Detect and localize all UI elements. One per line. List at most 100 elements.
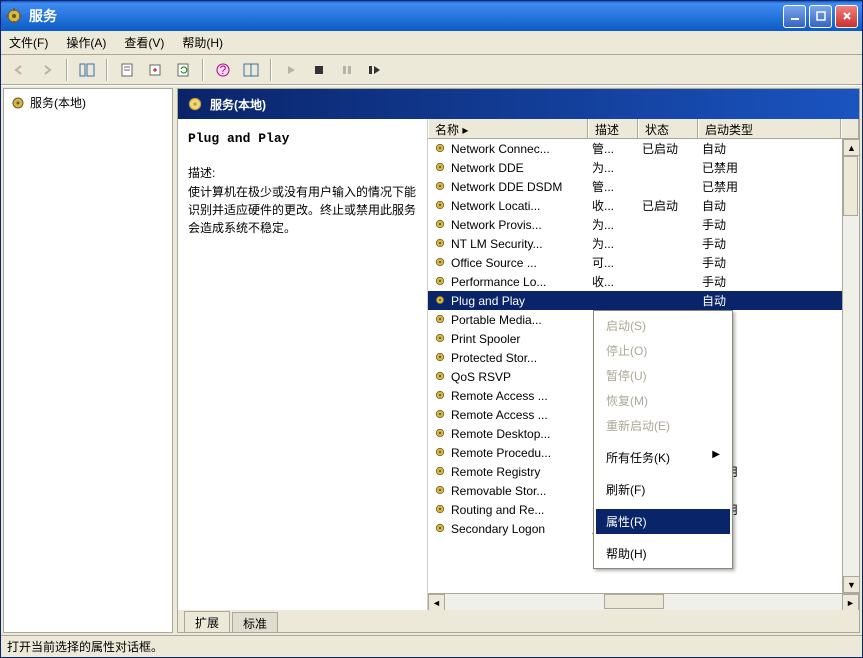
tab-standard[interactable]: 标准: [232, 612, 278, 633]
app-icon: [5, 7, 23, 25]
pane-title: 服务(本地): [210, 96, 266, 113]
pane-header: 服务(本地): [178, 89, 859, 119]
menu-file[interactable]: 文件(F): [9, 34, 48, 51]
gear-icon: [434, 237, 448, 251]
service-name: Plug and Play: [451, 294, 525, 308]
service-name: Remote Desktop...: [451, 427, 550, 441]
service-row[interactable]: Network DDE为...已禁用: [428, 158, 859, 177]
service-row[interactable]: Office Source ...可...手动: [428, 253, 859, 272]
gear-icon: [434, 370, 448, 384]
menu-view[interactable]: 查看(V): [124, 34, 164, 51]
service-status: 已启动: [638, 197, 698, 214]
service-name: Network Locati...: [451, 199, 540, 213]
vertical-scrollbar[interactable]: ▲ ▼: [842, 139, 859, 593]
scroll-thumb[interactable]: [843, 156, 858, 216]
gear-icon: [434, 446, 448, 460]
service-name: Remote Access ...: [451, 389, 548, 403]
tab-extended[interactable]: 扩展: [184, 611, 230, 633]
scroll-thumb[interactable]: [604, 594, 664, 609]
service-row[interactable]: Performance Lo...收...手动: [428, 272, 859, 291]
gear-icon: [434, 294, 448, 308]
svg-text:?: ?: [220, 63, 227, 77]
ctx-stop[interactable]: 停止(O): [596, 338, 730, 363]
titlebar[interactable]: 服务: [1, 1, 862, 31]
service-row[interactable]: Plug and Play自动: [428, 291, 859, 310]
col-startup[interactable]: 启动类型: [698, 119, 841, 138]
service-startup: 手动: [698, 254, 859, 271]
properties-button[interactable]: [115, 58, 139, 82]
menu-help[interactable]: 帮助(H): [182, 34, 223, 51]
refresh-button[interactable]: [171, 58, 195, 82]
start-service-button[interactable]: [279, 58, 303, 82]
service-startup: 自动: [698, 197, 859, 214]
ctx-help[interactable]: 帮助(H): [596, 541, 730, 566]
service-name: Protected Stor...: [451, 351, 537, 365]
service-name: Portable Media...: [451, 313, 542, 327]
service-name: Office Source ...: [451, 256, 537, 270]
service-list[interactable]: 名称 ▸ 描述 状态 启动类型 Network Connec...管...已启动…: [428, 119, 859, 610]
service-name: Remote Access ...: [451, 408, 548, 422]
menu-bar: 文件(F) 操作(A) 查看(V) 帮助(H): [1, 31, 862, 55]
forward-button[interactable]: [35, 58, 59, 82]
gear-icon: [434, 142, 448, 156]
service-row[interactable]: Network Connec...管...已启动自动: [428, 139, 859, 158]
help-button[interactable]: ?: [211, 58, 235, 82]
scroll-up-button[interactable]: ▲: [843, 139, 859, 156]
description-text: 使计算机在极少或没有用户输入的情况下能识别并适应硬件的更改。终止或禁用此服务会造…: [188, 183, 417, 237]
ctx-pause[interactable]: 暂停(U): [596, 363, 730, 388]
service-name: QoS RSVP: [451, 370, 511, 384]
restart-service-button[interactable]: [363, 58, 387, 82]
ctx-restart[interactable]: 重新启动(E): [596, 413, 730, 438]
pause-service-button[interactable]: [335, 58, 359, 82]
service-row[interactable]: Network Locati...收...已启动自动: [428, 196, 859, 215]
maximize-button[interactable]: [809, 5, 832, 28]
right-pane: 服务(本地) Plug and Play 描述: 使计算机在极少或没有用户输入的…: [177, 88, 860, 633]
horizontal-scrollbar[interactable]: ◄ ►: [428, 593, 859, 610]
gear-icon: [434, 218, 448, 232]
ctx-start[interactable]: 启动(S): [596, 313, 730, 338]
ctx-properties[interactable]: 属性(R): [596, 509, 730, 534]
stop-service-button[interactable]: [307, 58, 331, 82]
service-row[interactable]: Network DDE DSDM管...已禁用: [428, 177, 859, 196]
gear-icon: [434, 161, 448, 175]
view-mode-button[interactable]: [239, 58, 263, 82]
minimize-button[interactable]: [783, 5, 806, 28]
selected-service-name: Plug and Play: [188, 131, 417, 146]
service-row[interactable]: Network Provis...为...手动: [428, 215, 859, 234]
ctx-refresh[interactable]: 刷新(F): [596, 477, 730, 502]
service-name: Network DDE: [451, 161, 524, 175]
scroll-down-button[interactable]: ▼: [843, 576, 859, 593]
gear-icon: [186, 95, 204, 113]
services-window: 服务 文件(F) 操作(A) 查看(V) 帮助(H) ?: [0, 0, 863, 658]
col-desc[interactable]: 描述: [588, 119, 638, 138]
gear-icon: [10, 95, 26, 111]
close-button[interactable]: [835, 5, 858, 28]
service-desc: 收...: [588, 273, 638, 290]
service-row[interactable]: NT LM Security...为...手动: [428, 234, 859, 253]
service-startup: 自动: [698, 140, 859, 157]
gear-icon: [434, 503, 448, 517]
menu-action[interactable]: 操作(A): [66, 34, 106, 51]
service-name: Network Provis...: [451, 218, 542, 232]
service-startup: 手动: [698, 273, 859, 290]
scroll-left-button[interactable]: ◄: [428, 594, 445, 610]
description-label: 描述:: [188, 164, 417, 181]
gear-icon: [434, 351, 448, 365]
ctx-resume[interactable]: 恢复(M): [596, 388, 730, 413]
scroll-right-button[interactable]: ►: [842, 594, 859, 610]
gear-icon: [434, 484, 448, 498]
ctx-alltasks[interactable]: 所有任务(K): [596, 445, 730, 470]
export-button[interactable]: [143, 58, 167, 82]
service-name: Network Connec...: [451, 142, 550, 156]
service-name: Remote Registry: [451, 465, 540, 479]
col-name[interactable]: 名称 ▸: [428, 119, 588, 138]
back-button[interactable]: [7, 58, 31, 82]
show-hide-tree-button[interactable]: [75, 58, 99, 82]
tree-root-label: 服务(本地): [30, 94, 86, 111]
tree-root-services[interactable]: 服务(本地): [8, 93, 168, 112]
service-startup: 已禁用: [698, 178, 859, 195]
col-status[interactable]: 状态: [638, 119, 698, 138]
tree-pane[interactable]: 服务(本地): [3, 88, 173, 633]
service-name: Remote Procedu...: [451, 446, 551, 460]
gear-icon: [434, 332, 448, 346]
